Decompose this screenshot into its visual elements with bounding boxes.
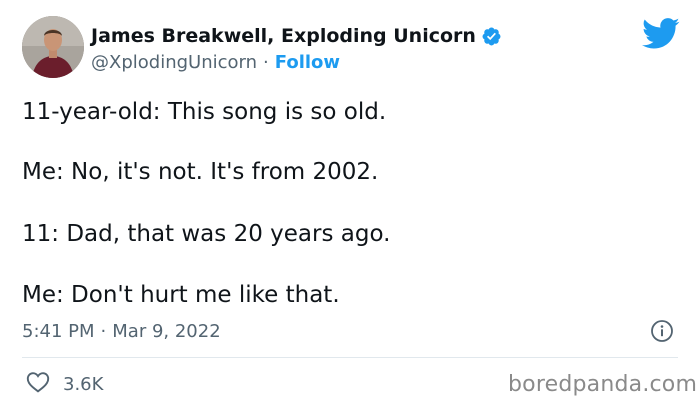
avatar[interactable] bbox=[22, 16, 84, 78]
author-handle-row: @XplodingUnicorn · Follow bbox=[91, 50, 340, 74]
tweet-text-line: 11-year-old: This song is so old. bbox=[22, 99, 387, 125]
verified-badge-icon bbox=[481, 26, 502, 47]
author-handle[interactable]: @XplodingUnicorn bbox=[91, 52, 257, 73]
divider bbox=[22, 357, 678, 358]
tweet-date: Mar 9, 2022 bbox=[112, 320, 221, 342]
author-name-row: James Breakwell, Exploding Unicorn bbox=[91, 23, 502, 49]
tweet-text-line: Me: No, it's not. It's from 2002. bbox=[22, 159, 379, 185]
tweet-timestamp[interactable]: 5:41 PM · Mar 9, 2022 bbox=[22, 318, 221, 344]
timestamp-separator: · bbox=[100, 320, 107, 342]
info-icon[interactable] bbox=[650, 319, 674, 343]
tweet-card: James Breakwell, Exploding Unicorn @Xplo… bbox=[0, 0, 700, 410]
heart-icon bbox=[26, 371, 50, 397]
watermark: boredpanda.com bbox=[508, 372, 698, 397]
tweet-time: 5:41 PM bbox=[22, 320, 95, 342]
handle-separator: · bbox=[263, 51, 269, 73]
like-button[interactable]: 3.6K bbox=[26, 371, 103, 397]
twitter-bird-icon[interactable] bbox=[642, 18, 680, 49]
author-name[interactable]: James Breakwell, Exploding Unicorn bbox=[91, 25, 476, 47]
follow-button[interactable]: Follow bbox=[275, 52, 340, 73]
tweet-text-line: Me: Don't hurt me like that. bbox=[22, 282, 340, 308]
tweet-text-line: 11: Dad, that was 20 years ago. bbox=[22, 221, 391, 247]
like-count: 3.6K bbox=[63, 373, 104, 395]
